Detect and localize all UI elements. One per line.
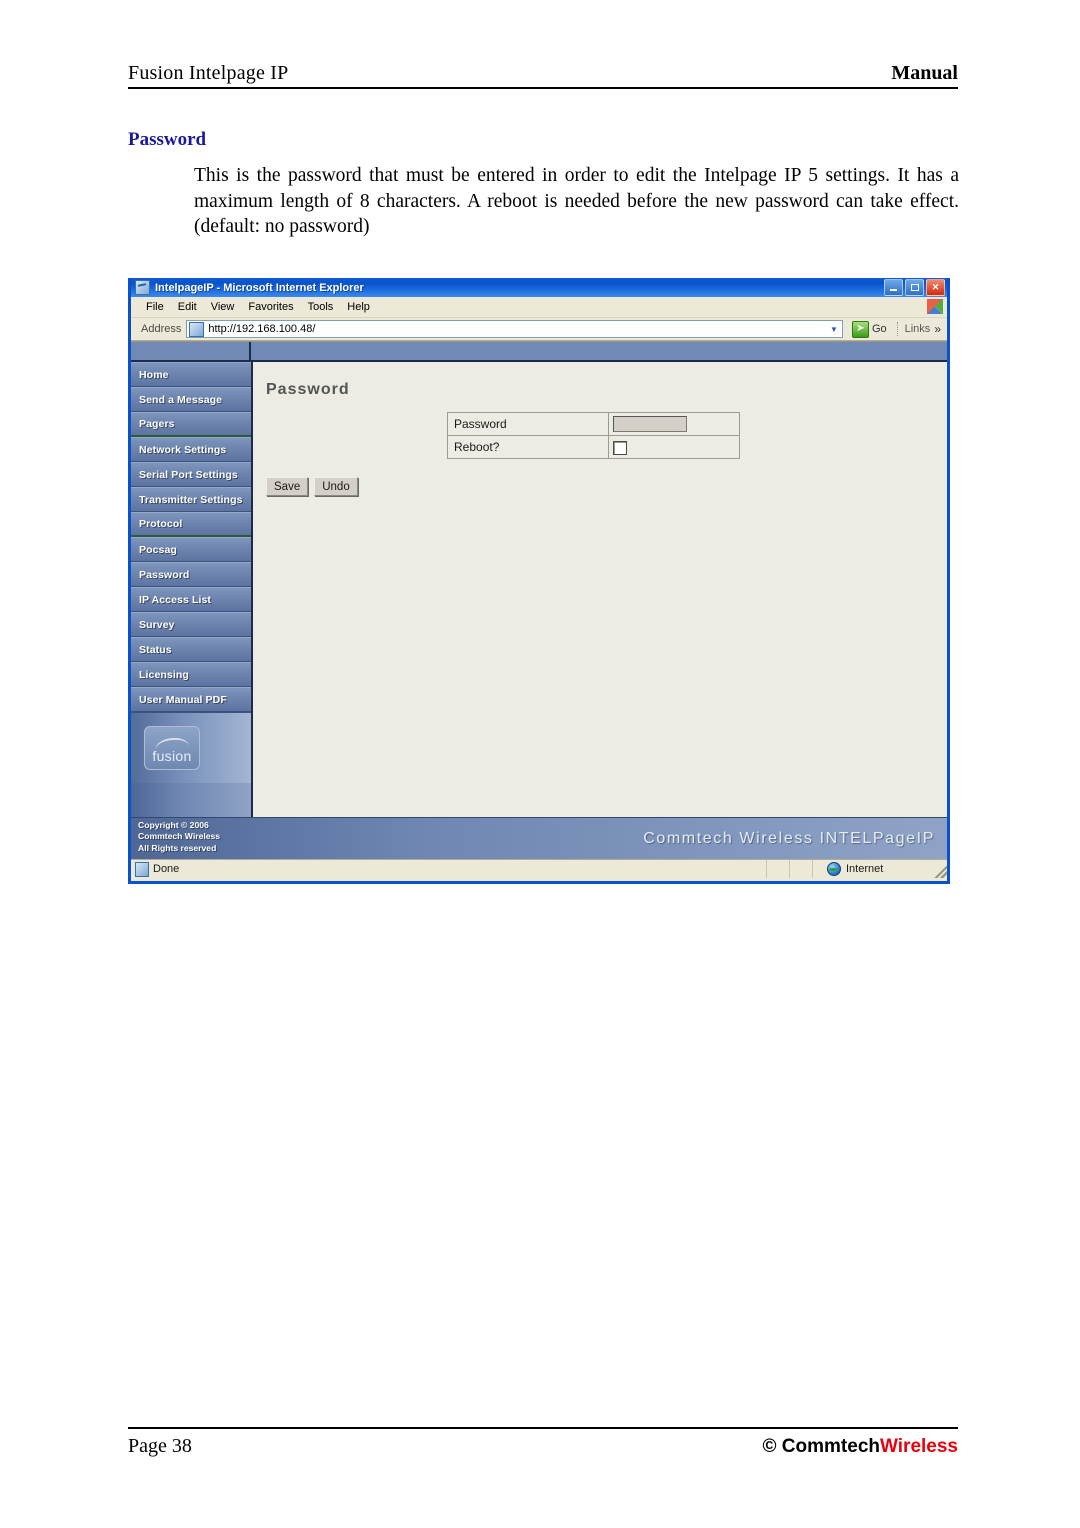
password-form-table: Password Reboot?: [447, 412, 741, 459]
resize-grip[interactable]: [933, 860, 947, 878]
sidebar-copyright: Copyright © 2006 Commtech Wireless All R…: [131, 816, 253, 860]
address-url-text: http://192.168.100.48/: [208, 323, 316, 335]
maximize-button[interactable]: [905, 279, 924, 296]
table-row: Password: [447, 412, 741, 436]
minimize-button[interactable]: [884, 279, 903, 296]
page-topbar-corner: [131, 342, 251, 360]
sidebar-item-pagers[interactable]: Pagers: [131, 412, 251, 437]
sidebar-item-home[interactable]: Home: [131, 362, 251, 387]
menu-item-edit[interactable]: Edit: [171, 300, 204, 314]
browser-addressbar: Address http://192.168.100.48/ ▼ ➤ Go Li…: [131, 318, 947, 341]
go-label: Go: [871, 323, 887, 335]
page-title: Password: [128, 129, 207, 150]
header-title-right: Manual: [891, 62, 958, 84]
brand-footer-text: Commtech Wireless INTELPageIP: [643, 829, 935, 847]
menu-item-favorites[interactable]: Favorites: [241, 300, 300, 314]
page-topbar: [131, 342, 947, 362]
sidebar-logo-area: fusion: [131, 712, 251, 783]
sidebar-item-transmitter-settings[interactable]: Transmitter Settings: [131, 487, 251, 512]
sidebar-item-ip-access-list[interactable]: IP Access List: [131, 587, 251, 612]
security-zone-label: Internet: [846, 863, 884, 875]
page-sidebar: Home Send a Message Pagers Network Setti…: [131, 362, 253, 859]
document-running-footer: Page 38 © CommtechWireless: [128, 1427, 958, 1458]
password-field-label: Password: [447, 412, 609, 436]
page-number: Page 38: [128, 1435, 192, 1457]
browser-statusbar: Done Internet: [131, 859, 947, 878]
content-heading: Password: [266, 381, 350, 398]
password-field-cell: [607, 412, 741, 436]
status-message-area: Done: [131, 860, 767, 878]
sidebar-item-status[interactable]: Status: [131, 637, 251, 662]
header-title-left: Fusion Intelpage IP: [128, 62, 289, 84]
fusion-logo: fusion: [144, 726, 200, 770]
sidebar-item-user-manual-pdf[interactable]: User Manual PDF: [131, 687, 251, 712]
close-button[interactable]: ✕: [926, 279, 945, 296]
sidebar-item-serial-port-settings[interactable]: Serial Port Settings: [131, 462, 251, 487]
copyright-line-3: All Rights reserved: [138, 842, 217, 853]
browser-titlebar: IntelpageIP - Microsoft Internet Explore…: [131, 278, 947, 297]
sidebar-item-pocsag[interactable]: Pocsag: [131, 537, 251, 562]
browser-viewport: Home Send a Message Pagers Network Setti…: [131, 341, 947, 859]
body-paragraph: This is the password that must be entere…: [194, 165, 959, 237]
document-running-header: Fusion Intelpage IP Manual: [128, 62, 958, 89]
company-mark-primary: © Commtech: [762, 1436, 880, 1457]
address-input[interactable]: http://192.168.100.48/ ▼: [186, 320, 843, 338]
status-pane-2: [790, 860, 813, 878]
sidebar-item-licensing[interactable]: Licensing: [131, 662, 251, 687]
menu-item-help[interactable]: Help: [340, 300, 377, 314]
sidebar-item-send-a-message[interactable]: Send a Message: [131, 387, 251, 412]
go-button[interactable]: ➤ Go: [848, 320, 891, 338]
reboot-field-label: Reboot?: [447, 435, 609, 459]
copyright-line-2: Commtech Wireless: [138, 831, 221, 841]
sidebar-item-network-settings[interactable]: Network Settings: [131, 437, 251, 462]
window-controls: ✕: [884, 279, 945, 296]
windows-flag-icon: [927, 299, 943, 314]
links-label: Links: [904, 323, 931, 335]
company-mark: © CommtechWireless: [763, 1436, 958, 1458]
window-title: IntelpageIP - Microsoft Internet Explore…: [155, 281, 364, 294]
password-input[interactable]: [612, 416, 687, 432]
go-arrow-icon: ➤: [851, 320, 869, 338]
status-pane-1: [767, 860, 790, 878]
table-row: Reboot?: [447, 435, 741, 459]
status-text: Done: [153, 863, 180, 875]
sidebar-item-password[interactable]: Password: [131, 562, 251, 587]
sidebar-item-survey[interactable]: Survey: [131, 612, 251, 637]
reboot-checkbox[interactable]: [612, 440, 627, 455]
page-brand-footer: Commtech Wireless INTELPageIP: [131, 817, 947, 859]
page-favicon-icon: [189, 321, 205, 337]
globe-icon: [827, 862, 841, 876]
links-chevron-icon: »: [934, 322, 941, 336]
links-toolbar-button[interactable]: Links »: [896, 322, 941, 336]
browser-window: IntelpageIP - Microsoft Internet Explore…: [128, 278, 950, 884]
menu-item-tools[interactable]: Tools: [301, 300, 341, 314]
address-label: Address: [141, 323, 182, 335]
save-button[interactable]: Save: [266, 477, 309, 496]
menu-item-view[interactable]: View: [204, 300, 242, 314]
sidebar-item-protocol[interactable]: Protocol: [131, 512, 251, 537]
form-button-row: Save Undo: [266, 477, 358, 496]
browser-menubar: File Edit View Favorites Tools Help: [131, 297, 947, 318]
undo-button[interactable]: Undo: [314, 477, 358, 496]
security-zone-area[interactable]: Internet: [813, 860, 933, 878]
reboot-field-cell: [607, 435, 741, 459]
chevron-down-icon[interactable]: ▼: [826, 321, 842, 337]
copyright-line-1: Copyright © 2006: [138, 819, 209, 830]
company-mark-accent: Wireless: [880, 1436, 958, 1457]
fusion-logo-text: fusion: [152, 748, 192, 764]
document-icon: [135, 861, 149, 877]
page-content: Password Password Reboot? Save Undo: [255, 364, 947, 817]
internet-explorer-icon: [135, 280, 150, 295]
menu-item-file[interactable]: File: [139, 300, 171, 314]
